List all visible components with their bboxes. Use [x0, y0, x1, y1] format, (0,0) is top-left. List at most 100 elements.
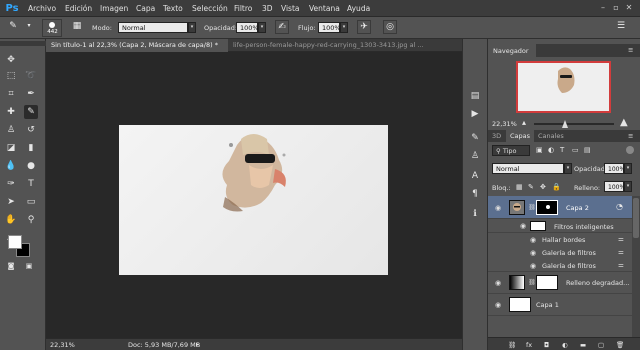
path-selection-tool-icon[interactable]: ➤: [4, 195, 18, 209]
filter-options-icon[interactable]: ⚌: [618, 261, 624, 269]
layer-row-filter[interactable]: ◉ Galería de filtros ⚌: [488, 246, 632, 259]
layer-row-capa-2[interactable]: ◉ ⛓ Capa 2 ◔: [488, 196, 632, 219]
hand-tool-icon[interactable]: ✋: [4, 213, 18, 227]
clone-stamp-tool-icon[interactable]: ♙: [4, 123, 18, 137]
layer-mask-thumbnail[interactable]: [536, 200, 558, 215]
tab-navigator[interactable]: Navegador: [488, 44, 536, 57]
gradient-tool-icon[interactable]: ▮: [24, 141, 38, 155]
filter-toggle[interactable]: [626, 146, 634, 154]
lock-all-icon[interactable]: 🔒: [552, 183, 561, 191]
move-tool-icon[interactable]: ✥: [4, 53, 18, 67]
opacity-field[interactable]: 100%: [236, 22, 259, 33]
filter-type-icon[interactable]: T: [560, 146, 564, 154]
history-panel-icon[interactable]: ▤: [468, 89, 482, 103]
layers-scrollbar[interactable]: [632, 196, 640, 337]
eraser-tool-icon[interactable]: ◪: [4, 141, 18, 155]
navigator-zoom-value[interactable]: 22,31%: [492, 120, 517, 128]
pressure-opacity-icon[interactable]: ✍: [275, 20, 289, 34]
lock-transparent-icon[interactable]: ▦: [516, 183, 523, 191]
pressure-size-icon[interactable]: ◎: [383, 20, 397, 34]
menu-capa[interactable]: Capa: [136, 4, 155, 13]
flow-dropdown-icon[interactable]: ▾: [340, 22, 348, 33]
layer-row-gradient-fill[interactable]: ◉ ⛓ Relleno degradad...: [488, 272, 632, 294]
tab-document[interactable]: life-person-female-happy-red-carrying_13…: [228, 39, 462, 52]
smart-filter-mask-thumbnail[interactable]: [530, 221, 546, 231]
menu-3d[interactable]: 3D: [262, 4, 273, 13]
filter-shape-icon[interactable]: ▭: [572, 146, 579, 154]
character-panel-icon[interactable]: A: [468, 169, 482, 183]
workspace-icon[interactable]: ☰: [614, 20, 628, 34]
clone-source-icon[interactable]: ♙: [468, 149, 482, 163]
status-zoom[interactable]: 22,31%: [50, 341, 75, 349]
filter-adjustment-icon[interactable]: ◐: [548, 146, 554, 154]
zoom-slider[interactable]: [534, 120, 614, 128]
quick-mask-icon[interactable]: ◙: [6, 261, 16, 271]
zoom-tool-icon[interactable]: ⚲: [24, 213, 38, 227]
layer-row-filter[interactable]: ◉ Hallar bordes ⚌: [488, 233, 632, 246]
screen-mode-icon[interactable]: ▣: [24, 261, 34, 271]
visibility-eye-icon[interactable]: ◉: [493, 301, 503, 309]
fill-dropdown-icon[interactable]: ▾: [624, 181, 632, 192]
adjustment-layer-icon[interactable]: ◐: [562, 341, 568, 349]
close-icon[interactable]: ✕: [624, 3, 634, 13]
menu-archivo[interactable]: Archivo: [28, 4, 56, 13]
tab-capas[interactable]: Capas: [506, 130, 534, 142]
history-brush-tool-icon[interactable]: ↺: [24, 123, 38, 137]
mode-select[interactable]: Normal: [118, 22, 188, 33]
brush-presets-icon[interactable]: ✎: [468, 131, 482, 145]
tab-canales[interactable]: Canales: [538, 132, 564, 140]
layer-style-icon[interactable]: fx: [526, 341, 532, 349]
shape-tool-icon[interactable]: ▭: [24, 195, 38, 209]
pen-tool-icon[interactable]: ✑: [4, 177, 18, 191]
menu-edicion[interactable]: Edición: [65, 4, 92, 13]
mode-dropdown-icon[interactable]: ▾: [188, 22, 196, 33]
navigator-thumbnail[interactable]: [516, 61, 611, 113]
airbrush-icon[interactable]: ✈: [357, 20, 371, 34]
brush-tool-icon[interactable]: ✎: [6, 20, 20, 34]
layer-row-smart-filters[interactable]: ◉ Filtros inteligentes: [488, 219, 632, 233]
filter-smart-object-icon[interactable]: ▤: [584, 146, 591, 154]
link-layers-icon[interactable]: ⛓: [508, 341, 516, 349]
menu-imagen[interactable]: Imagen: [100, 4, 128, 13]
minimize-icon[interactable]: –: [598, 3, 608, 13]
panel-menu-icon[interactable]: ≡: [628, 132, 633, 140]
filter-options-icon[interactable]: ⚌: [618, 248, 624, 256]
zoom-in-icon[interactable]: ▲: [620, 117, 628, 128]
chevron-down-icon[interactable]: ▾: [22, 20, 36, 34]
restore-icon[interactable]: ▫: [611, 3, 621, 13]
blur-tool-icon[interactable]: 💧: [4, 159, 18, 173]
toolbar-grip[interactable]: [0, 41, 46, 46]
brush-panel-icon[interactable]: ▦: [70, 20, 84, 34]
blend-mode-select[interactable]: Normal: [492, 163, 564, 174]
layer-filter-select[interactable]: ⚲ Tipo: [492, 145, 530, 156]
menu-ayuda[interactable]: Ayuda: [347, 4, 370, 13]
layer-opacity-field[interactable]: 100%: [604, 163, 625, 174]
panel-menu-icon[interactable]: ≡: [628, 46, 633, 54]
visibility-eye-icon[interactable]: ◉: [493, 279, 503, 287]
layer-opacity-dropdown-icon[interactable]: ▾: [624, 163, 632, 174]
zoom-slider-handle[interactable]: [562, 120, 568, 128]
visibility-eye-icon[interactable]: ◉: [528, 249, 538, 257]
layer-row-capa-1[interactable]: ◉ Capa 1: [488, 294, 632, 316]
new-group-icon[interactable]: ▬: [580, 341, 586, 349]
fill-field[interactable]: 100%: [604, 181, 625, 192]
foreground-color-swatch[interactable]: [8, 235, 22, 249]
menu-vista[interactable]: Vista: [281, 4, 300, 13]
brush-preset-picker[interactable]: 442: [42, 19, 62, 37]
crop-tool-icon[interactable]: ⌗: [4, 87, 18, 101]
brush-tool-icon[interactable]: ✎: [24, 105, 38, 119]
lock-position-icon[interactable]: ✥: [540, 183, 546, 191]
blend-mode-dropdown-icon[interactable]: ▾: [564, 163, 572, 174]
document-canvas[interactable]: [119, 125, 388, 275]
eyedropper-tool-icon[interactable]: ✒: [24, 87, 38, 101]
trash-icon[interactable]: 🗑: [616, 341, 624, 349]
visibility-eye-icon[interactable]: ◉: [528, 262, 538, 270]
type-tool-icon[interactable]: T: [24, 177, 38, 191]
filter-pixel-icon[interactable]: ▣: [536, 146, 543, 154]
healing-brush-tool-icon[interactable]: ✚: [4, 105, 18, 119]
flow-field[interactable]: 100%: [318, 22, 341, 33]
layer-mask-thumbnail[interactable]: [536, 275, 558, 290]
visibility-eye-icon[interactable]: ◉: [493, 204, 503, 212]
lock-pixels-icon[interactable]: ✎: [528, 183, 534, 191]
info-panel-icon[interactable]: ℹ: [468, 207, 482, 221]
